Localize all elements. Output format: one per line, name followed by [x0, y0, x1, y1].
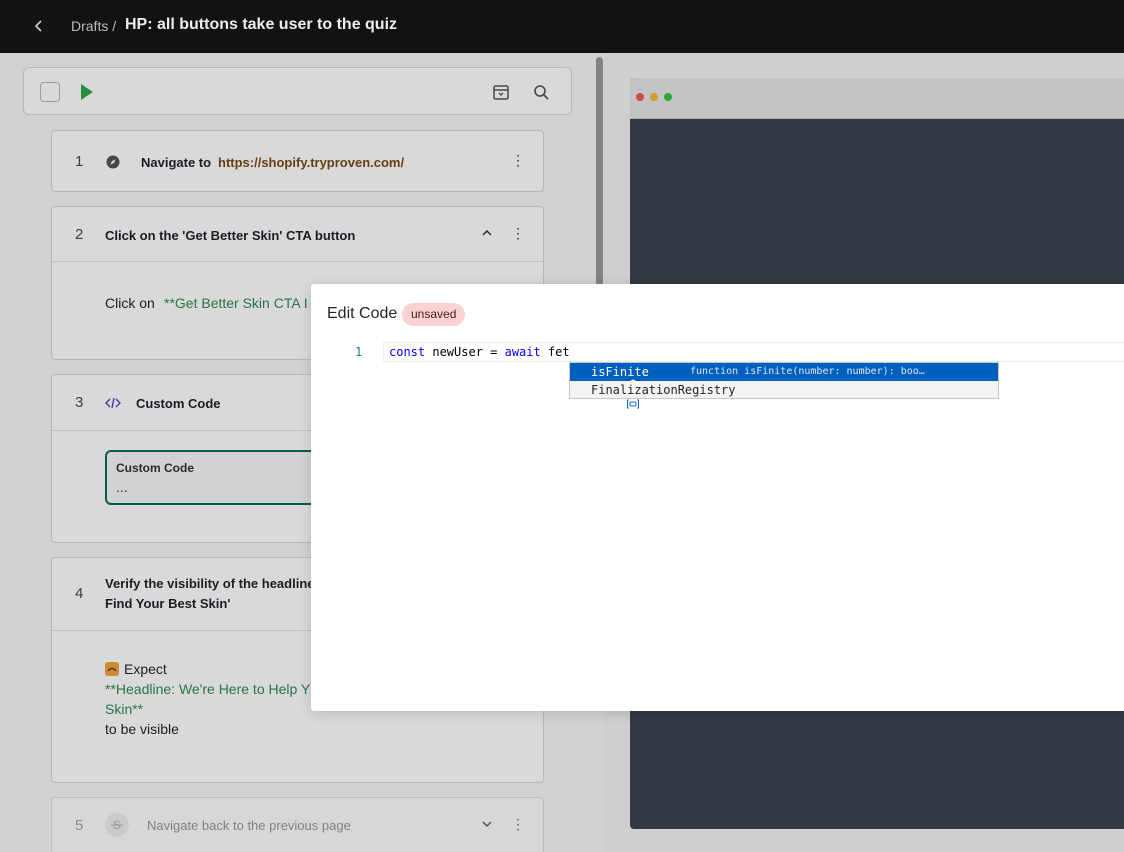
chevron-up-icon[interactable]: [481, 227, 493, 242]
breadcrumb[interactable]: Drafts /: [71, 18, 116, 34]
code-icon: [105, 396, 121, 410]
step-number: 3: [75, 394, 84, 411]
more-icon[interactable]: ⋮: [511, 817, 525, 831]
autocomplete-widget: isFinite function isFinite(number: numbe…: [569, 362, 999, 409]
step-title: Click on the 'Get Better Skin' CTA butto…: [105, 228, 356, 243]
modal-title: Edit Code: [327, 305, 398, 322]
suggestion-item[interactable]: FinalizationRegistry: [570, 381, 998, 409]
step-url[interactable]: https://shopify.tryproven.com/: [218, 155, 404, 170]
expect-target-line2: Skin**: [105, 701, 144, 717]
minimize-dot-icon: [650, 93, 658, 101]
maximize-dot-icon: [664, 93, 672, 101]
more-icon[interactable]: ⋮: [511, 226, 525, 240]
code-text: fet: [540, 345, 570, 359]
suggestion-label: isFinite: [591, 365, 649, 379]
suggestion-item[interactable]: isFinite function isFinite(number: numbe…: [570, 363, 998, 393]
select-all-checkbox[interactable]: [40, 82, 60, 102]
step-number: 1: [75, 153, 84, 170]
more-icon[interactable]: ⋮: [511, 153, 525, 167]
search-icon[interactable]: [531, 82, 551, 102]
steps-toolbar: [23, 67, 572, 115]
browser-titlebar: [630, 78, 1124, 119]
expect-suffix: to be visible: [105, 721, 179, 737]
step-title-line1: Verify the visibility of the headline: [105, 576, 315, 591]
line-number: 1: [355, 345, 363, 359]
close-dot-icon: [636, 93, 644, 101]
step-number: 5: [75, 817, 84, 834]
step-1[interactable]: 1 Navigate to https://shopify.tryproven.…: [51, 130, 544, 192]
custom-code-box-title: Custom Code: [116, 461, 194, 475]
code-editor[interactable]: const newUser = await fet: [389, 345, 570, 359]
action-target: **Get Better Skin CTA I: [164, 295, 308, 311]
suggestion-detail: function isFinite(number: number): boo…: [690, 366, 925, 377]
status-badge: unsaved: [402, 303, 466, 326]
page-title: HP: all buttons take user to the quiz: [125, 16, 398, 33]
divider: [52, 261, 543, 262]
chevron-down-icon[interactable]: [481, 818, 493, 833]
archive-icon[interactable]: [491, 82, 511, 102]
step-title: Navigate back to the previous page: [147, 818, 351, 833]
scrollbar[interactable]: [596, 57, 603, 287]
expect-emoji-icon: [105, 662, 119, 676]
cube-icon: [573, 365, 640, 393]
code-keyword: await: [504, 345, 541, 359]
step-number: 4: [75, 585, 84, 602]
variable-icon: [573, 383, 640, 409]
compass-icon: [106, 155, 120, 169]
code-text: newUser =: [425, 345, 505, 359]
step-number: 2: [75, 226, 84, 243]
step-5[interactable]: 5 S Navigate back to the previous page ⋮: [51, 797, 544, 852]
skip-icon: S: [105, 813, 129, 837]
code-keyword: const: [389, 345, 426, 359]
suggestion-label: FinalizationRegistry: [591, 383, 736, 397]
step-label: Navigate to: [141, 155, 212, 170]
step-title-line2: Find Your Best Skin': [105, 596, 231, 611]
expect-label: Expect: [124, 661, 167, 677]
chevron-left-icon[interactable]: [30, 17, 48, 35]
edit-code-modal: Edit Code unsaved 1 const newUser = awai…: [311, 284, 1124, 711]
top-bar: Drafts / HP: all buttons take user to th…: [0, 0, 1124, 53]
action-label: Click on: [105, 295, 155, 311]
step-title: Custom Code: [136, 396, 221, 411]
play-icon[interactable]: [79, 83, 95, 101]
expect-target-line1: **Headline: We're Here to Help Y: [105, 681, 311, 697]
custom-code-box-value: ...: [116, 479, 128, 495]
